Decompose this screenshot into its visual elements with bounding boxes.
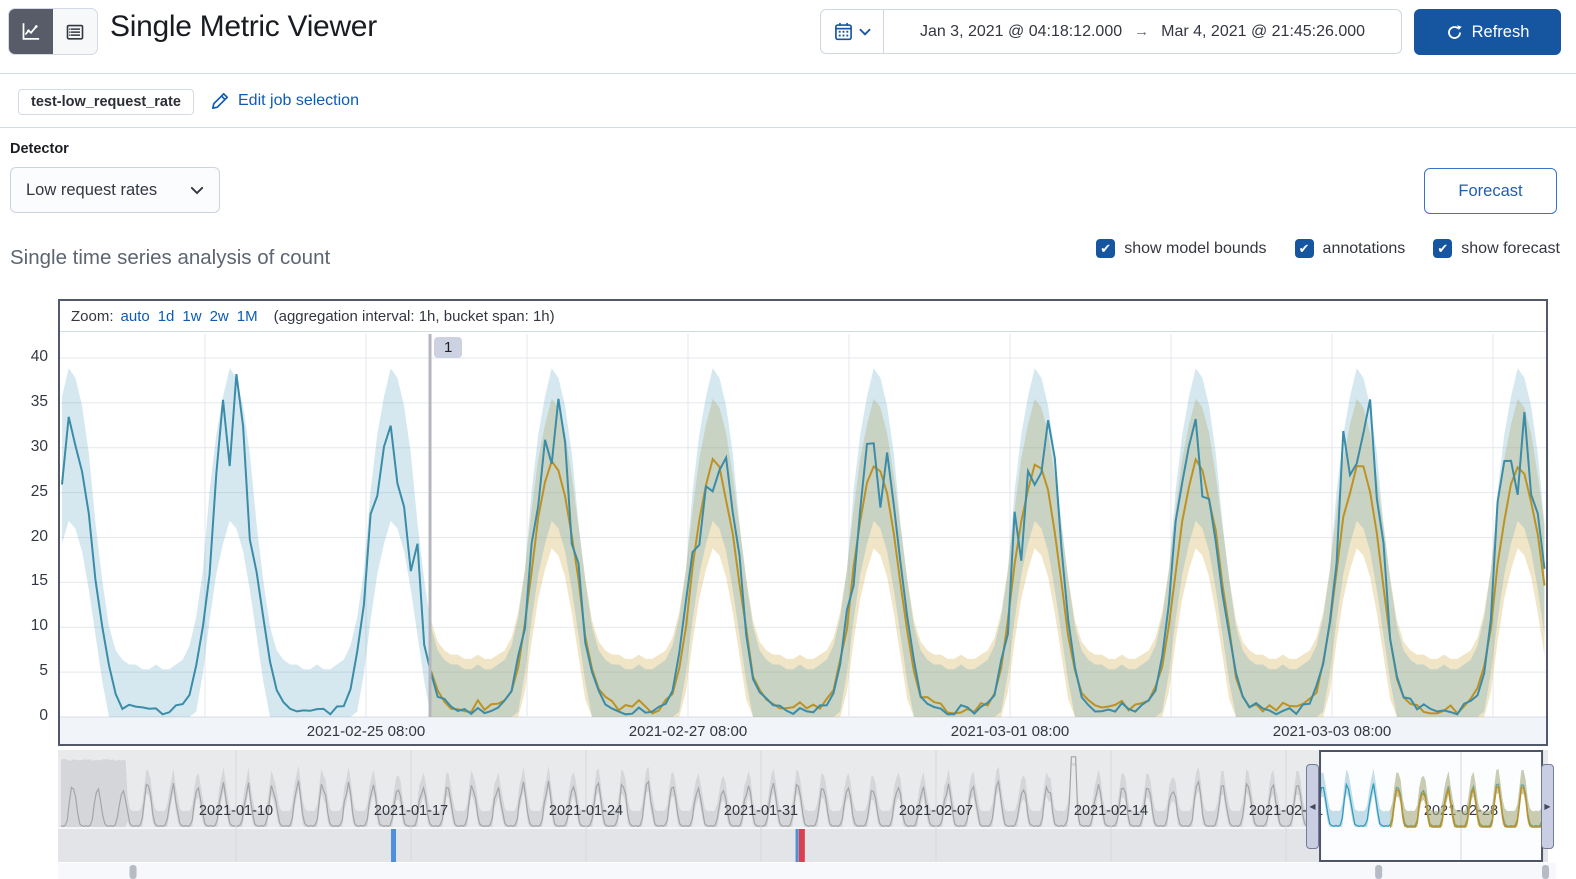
y-tick-label: 10 <box>30 617 48 635</box>
brush-handle-left[interactable]: ◀ <box>1306 764 1319 849</box>
svg-text:2021-03-03 08:00: 2021-03-03 08:00 <box>1273 723 1391 740</box>
brush-handle-right[interactable]: ▶ <box>1541 764 1554 849</box>
svg-text:2021-02-25 08:00: 2021-02-25 08:00 <box>307 723 425 740</box>
pencil-icon <box>211 92 229 110</box>
svg-text:2021-02-07: 2021-02-07 <box>899 803 973 819</box>
chevron-down-icon <box>859 28 870 36</box>
detector-selected-value: Low request rates <box>26 180 158 199</box>
job-id-badge[interactable]: test-low_request_rate <box>18 89 194 115</box>
table-icon <box>66 24 84 40</box>
chevron-down-icon <box>190 186 204 194</box>
date-picker-menu-button[interactable] <box>821 10 884 53</box>
analysis-heading: Single time series analysis of count <box>10 246 331 269</box>
forecast-button[interactable]: Forecast <box>1424 168 1557 214</box>
end-date[interactable]: Mar 4, 2021 @ 21:45:26.000 <box>1161 23 1365 41</box>
divider <box>0 73 1576 74</box>
focus-chart-svg: 2021-02-25 08:00 2021-02-27 08:00 2021-03-… <box>60 334 1546 744</box>
zoom-link-1w[interactable]: 1w <box>182 308 201 325</box>
y-tick-label: 15 <box>30 572 48 590</box>
checkbox-checked-icon[interactable]: ✔ <box>1096 239 1116 258</box>
edit-link-label: Edit job selection <box>238 92 359 109</box>
page-title: Single Metric Viewer <box>110 10 377 43</box>
edit-job-selection-link[interactable]: Edit job selection <box>211 92 359 110</box>
detector-label: Detector <box>10 141 69 157</box>
refresh-button[interactable]: Refresh <box>1414 9 1561 55</box>
zoom-link-auto[interactable]: auto <box>121 308 150 325</box>
range-arrow: → <box>1134 23 1150 40</box>
svg-text:2021-02-27 08:00: 2021-02-27 08:00 <box>629 723 747 740</box>
checkbox-checked-icon[interactable]: ✔ <box>1433 239 1453 258</box>
view-toggle-group <box>8 8 98 55</box>
aggregation-info: (aggregation interval: 1h, bucket span: … <box>273 307 555 325</box>
refresh-icon <box>1447 24 1462 39</box>
single-metric-viewer-page: Single Metric Viewer Jan 3, 2021 @ 04:18… <box>0 0 1576 879</box>
checkbox-show-forecast[interactable]: ✔ show forecast <box>1433 239 1560 258</box>
svg-text:2021-02-14: 2021-02-14 <box>1074 803 1148 819</box>
y-tick-label: 25 <box>30 482 48 500</box>
svg-text:2021-03-01 08:00: 2021-03-01 08:00 <box>951 723 1069 740</box>
y-tick-label: 5 <box>39 662 48 680</box>
start-date[interactable]: Jan 3, 2021 @ 04:18:12.000 <box>920 23 1122 41</box>
svg-text:2021-01-10: 2021-01-10 <box>199 803 273 819</box>
time-range-display: Jan 3, 2021 @ 04:18:12.000 → Mar 4, 2021… <box>884 10 1401 53</box>
zoom-link-1M[interactable]: 1M <box>237 308 258 325</box>
checkbox-show-model-bounds[interactable]: ✔ show model bounds <box>1096 239 1267 258</box>
checkbox-checked-icon[interactable]: ✔ <box>1294 239 1314 258</box>
svg-text:2021-01-31: 2021-01-31 <box>724 803 798 819</box>
svg-text:2021-01-24: 2021-01-24 <box>549 803 623 819</box>
calendar-icon <box>834 22 852 41</box>
checkbox-annotations[interactable]: ✔ annotations <box>1294 239 1405 258</box>
refresh-label: Refresh <box>1471 22 1530 41</box>
chart-view-button[interactable] <box>9 9 53 54</box>
context-chart[interactable]: 2021-01-10 2021-01-17 2021-01-24 2021-01-31… <box>58 750 1556 879</box>
y-tick-label: 20 <box>30 527 48 545</box>
table-view-button[interactable] <box>53 9 97 54</box>
zoom-links: auto 1d 1w 2w 1M <box>121 308 258 325</box>
divider <box>0 127 1576 128</box>
y-tick-label: 0 <box>39 707 48 724</box>
y-tick-label: 30 <box>30 437 48 455</box>
context-chart-svg: 2021-01-10 2021-01-17 2021-01-24 2021-01-31… <box>58 750 1556 879</box>
svg-text:2021-01-17: 2021-01-17 <box>374 803 448 819</box>
chart-options: ✔ show model bounds ✔ annotations ✔ show… <box>1096 239 1560 258</box>
line-chart-icon <box>22 22 40 40</box>
y-tick-label: 40 <box>30 348 48 365</box>
focus-chart-container: Zoom: auto 1d 1w 2w 1M (aggregation interval… <box>58 299 1548 746</box>
focus-chart[interactable]: 2021-02-25 08:00 2021-02-27 08:00 2021-03-… <box>60 332 1546 744</box>
zoom-bar: Zoom: auto 1d 1w 2w 1M (aggregation interval… <box>60 301 1546 332</box>
time-range-picker: Jan 3, 2021 @ 04:18:12.000 → Mar 4, 2021… <box>820 9 1402 54</box>
zoom-link-1d[interactable]: 1d <box>158 308 175 325</box>
zoom-prefix: Zoom: <box>71 307 114 325</box>
annotation-badge[interactable]: 1 <box>434 337 463 358</box>
zoom-link-2w[interactable]: 2w <box>210 308 229 325</box>
y-tick-label: 35 <box>30 392 48 410</box>
detector-select[interactable]: Low request rates <box>10 167 220 213</box>
